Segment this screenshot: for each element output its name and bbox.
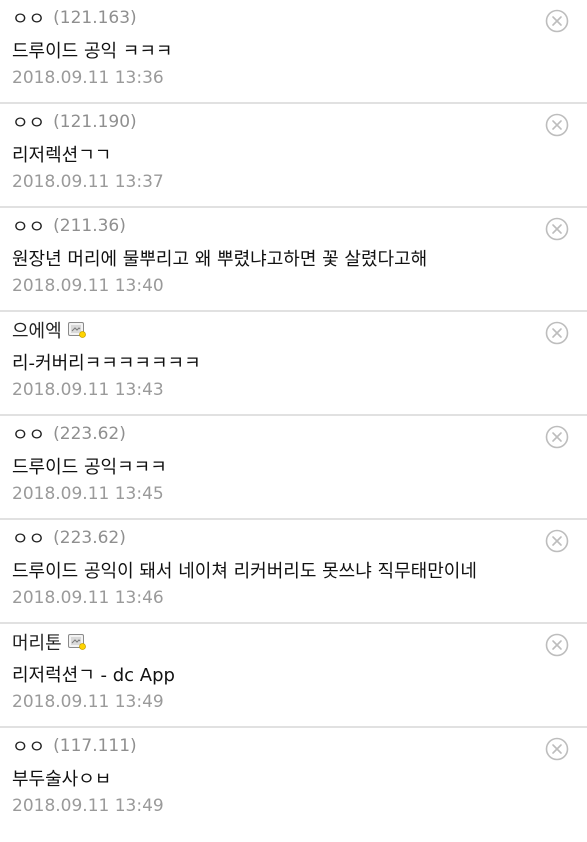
comment-author: 머리톤: [12, 630, 86, 654]
comment-item: ㅇㅇ (117.111) 부두술사ㅇㅂ 2018.09.11 13:49: [0, 728, 587, 832]
ip-address: (121.163): [53, 8, 137, 28]
nickname[interactable]: 머리톤: [12, 629, 62, 655]
close-circle-icon[interactable]: [545, 529, 569, 553]
nickname[interactable]: ㅇㅇ: [12, 421, 45, 447]
ip-address: (121.190): [53, 112, 137, 132]
comment-text: 리저렉션ㄱㄱ: [12, 145, 112, 166]
comment-date: 2018.09.11 13:40: [12, 276, 164, 296]
comment-author: ㅇㅇ (223.62): [12, 422, 126, 446]
close-circle-icon[interactable]: [545, 425, 569, 449]
comment-date: 2018.09.11 13:43: [12, 380, 164, 400]
comment-item: ㅇㅇ (121.163) 드루이드 공익 ㅋㅋㅋ 2018.09.11 13:3…: [0, 0, 587, 104]
comment-item: ㅇㅇ (223.62) 드루이드 공익이 돼서 네이쳐 리커버리도 못쓰냐 직무…: [0, 520, 587, 624]
comment-date: 2018.09.11 13:36: [12, 68, 164, 88]
ip-address: (223.62): [53, 424, 126, 444]
comment-date: 2018.09.11 13:49: [12, 692, 164, 712]
ip-address: (223.62): [53, 528, 126, 548]
comment-author: ㅇㅇ (211.36): [12, 214, 126, 238]
comment-text: 원장년 머리에 물뿌리고 왜 뿌렸냐고하면 꽃 살렸다고해: [12, 249, 428, 270]
comment-date: 2018.09.11 13:37: [12, 172, 164, 192]
nickname[interactable]: ㅇㅇ: [12, 5, 45, 31]
ip-address: (211.36): [53, 216, 126, 236]
gallog-icon[interactable]: [67, 322, 86, 338]
comment-text: 드루이드 공익이 돼서 네이쳐 리커버리도 못쓰냐 직무태만이네: [12, 561, 477, 582]
comment-author: 으에엑: [12, 318, 86, 342]
close-circle-icon[interactable]: [545, 737, 569, 761]
close-circle-icon[interactable]: [545, 113, 569, 137]
close-circle-icon[interactable]: [545, 321, 569, 345]
close-circle-icon[interactable]: [545, 9, 569, 33]
comment-author: ㅇㅇ (117.111): [12, 734, 137, 758]
nickname[interactable]: ㅇㅇ: [12, 525, 45, 551]
comment-text: 드루이드 공익ㅋㅋㅋ: [12, 457, 167, 478]
comment-author: ㅇㅇ (223.62): [12, 526, 126, 550]
comment-date: 2018.09.11 13:45: [12, 484, 164, 504]
comment-list: ㅇㅇ (121.163) 드루이드 공익 ㅋㅋㅋ 2018.09.11 13:3…: [0, 0, 587, 842]
close-circle-icon[interactable]: [545, 633, 569, 657]
close-circle-icon[interactable]: [545, 217, 569, 241]
comment-text: 리저럭션ㄱ - dc App: [12, 665, 175, 686]
comment-text: 리-커버리ㅋㅋㅋㅋㅋㅋㅋ: [12, 353, 201, 374]
comment-text: 부두술사ㅇㅂ: [12, 769, 112, 790]
nickname[interactable]: ㅇㅇ: [12, 109, 45, 135]
nickname[interactable]: 으에엑: [12, 317, 62, 343]
comment-date: 2018.09.11 13:46: [12, 588, 164, 608]
gallog-icon[interactable]: [67, 634, 86, 650]
ip-address: (117.111): [53, 736, 137, 756]
comment-item: ㅇㅇ (121.190) 리저렉션ㄱㄱ 2018.09.11 13:37: [0, 104, 587, 208]
comment-item: 머리톤 리저럭션ㄱ - dc App 2018.09.11 13:49: [0, 624, 587, 728]
comment-item: ㅇㅇ (223.62) 드루이드 공익ㅋㅋㅋ 2018.09.11 13:45: [0, 416, 587, 520]
comment-item: ㅇㅇ (211.36) 원장년 머리에 물뿌리고 왜 뿌렸냐고하면 꽃 살렸다고…: [0, 208, 587, 312]
nickname[interactable]: ㅇㅇ: [12, 213, 45, 239]
nickname[interactable]: ㅇㅇ: [12, 733, 45, 759]
comment-text: 드루이드 공익 ㅋㅋㅋ: [12, 41, 173, 62]
comment-date: 2018.09.11 13:49: [12, 796, 164, 816]
comment-item: 으에엑 리-커버리ㅋㅋㅋㅋㅋㅋㅋ 2018.09.11 13:43: [0, 312, 587, 416]
comment-author: ㅇㅇ (121.163): [12, 6, 137, 30]
comment-author: ㅇㅇ (121.190): [12, 110, 137, 134]
